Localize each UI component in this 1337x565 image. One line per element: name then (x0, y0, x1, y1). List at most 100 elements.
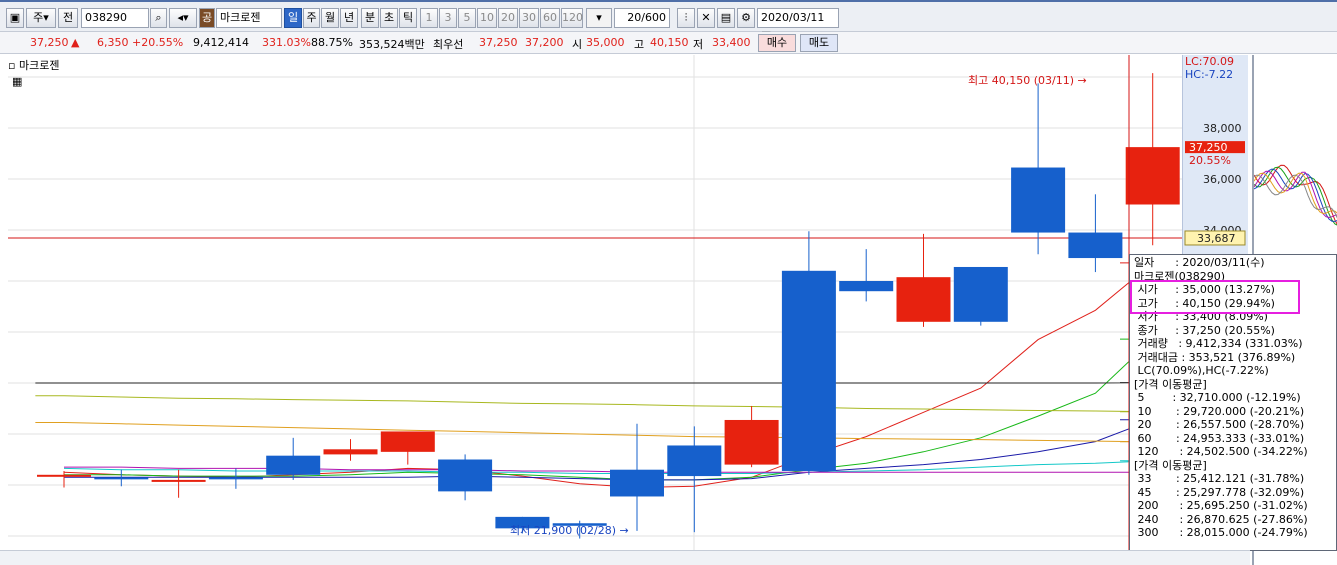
ma-line-240 (35, 395, 1153, 413)
crosshair-icon[interactable]: ✕ (697, 8, 715, 28)
minute-30-button[interactable]: 30 (519, 8, 539, 28)
candle-body (1125, 147, 1180, 205)
stock-name-field[interactable]: 마크로젠 (216, 8, 282, 28)
table-icon[interactable]: ▦ (12, 75, 22, 88)
period-week-tab[interactable]: 주 (303, 8, 320, 28)
chart-svg: 최고 40,150 (03/11) → 최저 21,900 (02/28) → (8, 55, 1182, 565)
turnover-ratio: 88.75% (311, 36, 353, 49)
name-badge: 공 (199, 8, 215, 28)
date-value: 2020/03/11 (761, 11, 825, 24)
info-row: 거래량 : 9,412,334 (331.03%) (1134, 337, 1303, 350)
info-row: 240 : 26,870.625 (-27.86%) (1134, 512, 1308, 526)
candle-body (208, 477, 263, 480)
candle-body (1068, 232, 1123, 259)
minute-120-button[interactable]: 120 (561, 8, 583, 28)
code-value: 038290 (85, 11, 127, 24)
date-field[interactable]: 2020/03/11 ▦ (757, 8, 839, 42)
window-icon[interactable]: ▣ (6, 8, 24, 28)
candle-body (323, 449, 378, 455)
period-year-tab[interactable]: 년 (340, 8, 358, 28)
minute-3-button[interactable]: 3 (439, 8, 457, 28)
high-annotation: 최고 40,150 (03/11) → (968, 74, 1087, 87)
low-label: 저 (693, 38, 704, 51)
best-bid: 37,200 (525, 36, 564, 49)
period-minute-tab[interactable]: 분 (361, 8, 379, 28)
candle-body (438, 459, 493, 492)
high-label: 고 (634, 38, 645, 51)
axis-tick-label: 36,000 (1203, 173, 1242, 186)
market-select[interactable]: 주▾ (26, 8, 56, 28)
chart-area[interactable]: 최고 40,150 (03/11) → 최저 21,900 (02/28) → ▫… (0, 55, 1250, 565)
volume: 9,412,414 (193, 36, 249, 49)
price-tag: 37,250 (1189, 141, 1228, 154)
candle-body (94, 477, 149, 480)
hc-label: HC:-7.22 (1185, 68, 1233, 81)
info-row: LC(70.09%),HC(-7.22%) (1134, 364, 1269, 377)
current-price: 37,250 (30, 36, 69, 49)
pct-tag: 20.55% (1189, 154, 1231, 167)
candle-body (781, 270, 836, 471)
candle-icon[interactable]: ⫶ (677, 8, 695, 28)
change-percent: +20.55% (132, 36, 184, 49)
lc-label: LC:70.09 (1185, 55, 1234, 68)
open-value: 35,000 (586, 36, 625, 49)
candle-body (896, 277, 951, 322)
volume-ratio: 331.03% (262, 36, 311, 49)
trade-amount: 353,524백만 (359, 38, 425, 51)
info-row: 45 : 25,297.778 (-32.09%) (1134, 485, 1305, 499)
up-arrow-icon: ▲ (71, 36, 80, 49)
market-label: 주 (33, 11, 44, 24)
price-change: 6,350 (97, 36, 129, 49)
minute-1-button[interactable]: 1 (420, 8, 438, 28)
period-tick-tab[interactable]: 틱 (399, 8, 417, 28)
scope-button[interactable]: 전 (58, 8, 78, 28)
info-row: 33 : 25,412.121 (-31.78%) (1134, 472, 1305, 485)
minute-60-button[interactable]: 60 (540, 8, 560, 28)
sell-button[interactable]: 매도 (800, 34, 838, 52)
candle-body (151, 479, 206, 482)
info-row: 200 : 25,695.250 (-31.02%) (1134, 499, 1308, 512)
candle-body (380, 431, 435, 452)
candle-body (266, 455, 321, 475)
speaker-icon[interactable]: ◂▾ (169, 8, 197, 28)
interval-dropdown[interactable]: ▾ (586, 8, 612, 28)
candle-body (667, 445, 722, 477)
info-row: 5 : 32,710.000 (-12.19%) (1134, 391, 1301, 404)
save-icon[interactable]: ▤ (717, 8, 735, 28)
candle-body (610, 469, 664, 497)
count-value: 20/600 (627, 11, 666, 24)
info-row: [가격 이동평균] (1134, 377, 1207, 391)
minute-20-button[interactable]: 20 (498, 8, 518, 28)
axis-tick-label: 38,000 (1203, 122, 1242, 135)
open-label: 시 (572, 38, 583, 51)
minute-10-button[interactable]: 10 (477, 8, 497, 28)
mini-line (1253, 164, 1337, 225)
minute-5-button[interactable]: 5 (458, 8, 476, 28)
ma-line-200 (35, 422, 1153, 443)
info-row: [가격 이동평균] (1134, 458, 1207, 472)
line-tag: 33,687 (1197, 232, 1236, 245)
count-field[interactable]: 20/600 (614, 8, 670, 28)
high-value: 40,150 (650, 36, 689, 49)
highlight-box (1130, 280, 1300, 314)
info-row: 일자 : 2020/03/11(수) (1134, 256, 1265, 269)
low-value: 33,400 (712, 36, 751, 49)
best-ask: 37,250 (479, 36, 518, 49)
search-icon[interactable]: ⌕ (150, 8, 167, 28)
info-row: 60 : 24,953.333 (-33.01%) (1134, 431, 1305, 445)
stock-name: 마크로젠 (220, 11, 261, 24)
candle-body (953, 266, 1008, 322)
candle-body (839, 281, 894, 292)
toolbar: ▣ 주▾ 전 038290 ⌕ ◂▾ 공 마크로젠 일 주 월 년 분 초 틱 … (0, 0, 1337, 42)
code-input[interactable]: 038290 (81, 8, 149, 28)
info-row: 종가 : 37,250 (20.55%) (1134, 323, 1275, 337)
info-row: 300 : 28,015.000 (-24.79%) (1134, 526, 1308, 539)
info-row: 10 : 29,720.000 (-20.21%) (1134, 404, 1305, 418)
period-month-tab[interactable]: 월 (321, 8, 339, 28)
period-day-tab[interactable]: 일 (284, 8, 302, 28)
gear-icon[interactable]: ⚙ (737, 8, 755, 28)
period-second-tab[interactable]: 초 (380, 8, 398, 28)
scroll-bar[interactable] (0, 550, 1250, 565)
buy-button[interactable]: 매수 (758, 34, 796, 52)
quote-bar: 37,250 ▲ 6,350 +20.55% 9,412,414 331.03%… (0, 32, 1337, 54)
